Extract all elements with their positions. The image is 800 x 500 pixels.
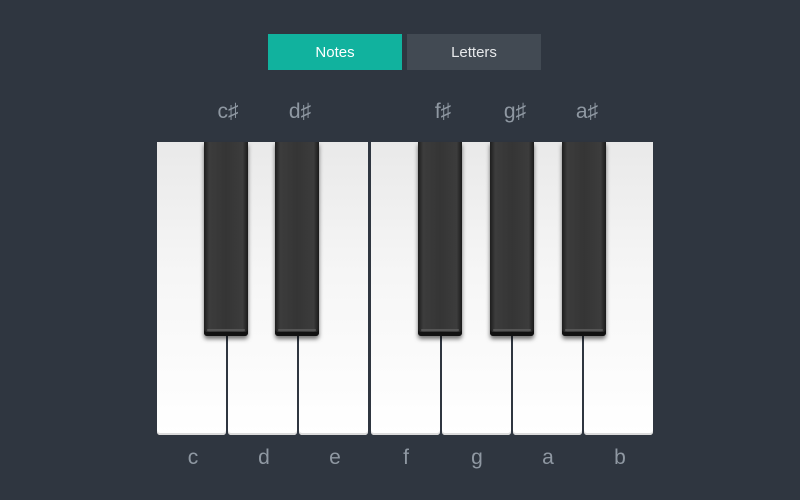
black-key-label-a-sharp: a♯ [575,100,599,123]
letters-button[interactable]: Letters [407,34,541,70]
notes-button[interactable]: Notes [268,34,402,70]
white-key-labels: c d e f g a b [0,446,800,476]
black-key-label-d-sharp: d♯ [288,100,312,123]
black-key-label-g-sharp: g♯ [503,100,527,123]
black-key-label-c-sharp: c♯ [217,100,239,123]
white-key-label-b: b [614,446,626,469]
white-key-label-d: d [258,446,270,469]
white-key-label-a: a [542,446,554,469]
piano-keyboard [157,142,654,436]
white-key-label-g: g [471,446,483,469]
black-key-labels: c♯ d♯ f♯ g♯ a♯ [0,100,800,130]
white-key-label-c: c [187,446,199,469]
black-key-f-sharp[interactable] [418,142,462,336]
black-key-c-sharp[interactable] [204,142,248,336]
mode-toggle: Notes Letters [268,34,541,70]
piano-app: Notes Letters c♯ d♯ f♯ g♯ a♯ c d e f g a… [0,0,800,500]
white-key-label-f: f [403,446,409,469]
black-key-d-sharp[interactable] [275,142,319,336]
black-key-g-sharp[interactable] [490,142,534,336]
white-key-label-e: e [329,446,341,469]
black-key-label-f-sharp: f♯ [434,100,452,123]
black-key-a-sharp[interactable] [562,142,606,336]
